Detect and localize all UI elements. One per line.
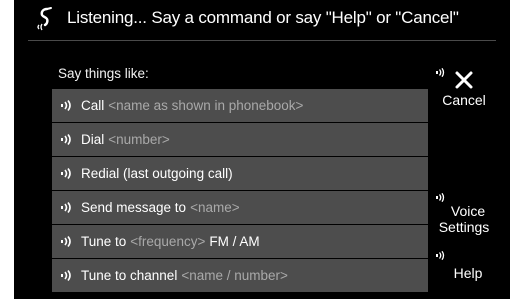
speaker-icon <box>61 202 71 213</box>
command-item-tune-to[interactable]: Tune to <frequency> FM / AM <box>52 225 428 258</box>
header-divider <box>28 40 496 41</box>
help-label: Help <box>453 265 483 281</box>
voice-recognition-icon <box>35 6 59 32</box>
close-icon <box>455 71 473 89</box>
command-item-tune-to-channel[interactable]: Tune to channel <name / number> <box>52 259 428 292</box>
command-label: Call <box>81 98 105 113</box>
speaker-icon <box>61 100 71 111</box>
command-list: Call <name as shown in phonebook> Dial <… <box>52 89 428 292</box>
voice-settings-label-line1: Voice <box>450 203 486 219</box>
speaker-icon <box>61 236 71 247</box>
command-param: <frequency> <box>130 234 206 249</box>
command-param: <number> <box>108 132 170 147</box>
command-label: Send message to <box>81 200 187 215</box>
command-label: Redial (last outgoing call) <box>81 166 233 181</box>
speaker-icon <box>61 168 71 179</box>
command-item-redial[interactable]: Redial (last outgoing call) <box>52 157 428 190</box>
cancel-button[interactable]: Cancel <box>434 68 494 112</box>
speaker-small-icon <box>436 68 445 77</box>
command-param: <name as shown in phonebook> <box>108 98 304 113</box>
command-label: Tune to <box>81 234 127 249</box>
help-button[interactable]: Help <box>434 251 494 285</box>
command-item-call[interactable]: Call <name as shown in phonebook> <box>52 89 428 122</box>
command-item-dial[interactable]: Dial <number> <box>52 123 428 156</box>
command-param: <name> <box>190 200 240 215</box>
command-label: Dial <box>81 132 105 147</box>
speaker-small-icon <box>436 193 445 202</box>
hint-label: Say things like: <box>58 66 149 81</box>
command-label: Tune to channel <box>81 268 178 283</box>
voice-settings-label-line2: Settings <box>438 219 490 235</box>
command-item-send-message[interactable]: Send message to <name> <box>52 191 428 224</box>
speaker-icon <box>61 270 71 281</box>
cancel-label: Cancel <box>442 92 486 108</box>
command-param: <name / number> <box>181 268 288 283</box>
voice-settings-button[interactable]: Voice Settings <box>428 193 498 239</box>
speaker-icon <box>61 134 71 145</box>
listening-title: Listening... Say a command or say "Help"… <box>67 8 459 27</box>
header-bar: Listening... Say a command or say "Help"… <box>14 0 510 40</box>
speaker-small-icon <box>436 251 445 260</box>
command-suffix: FM / AM <box>209 234 260 249</box>
voice-command-screen: Listening... Say a command or say "Help"… <box>14 0 510 299</box>
